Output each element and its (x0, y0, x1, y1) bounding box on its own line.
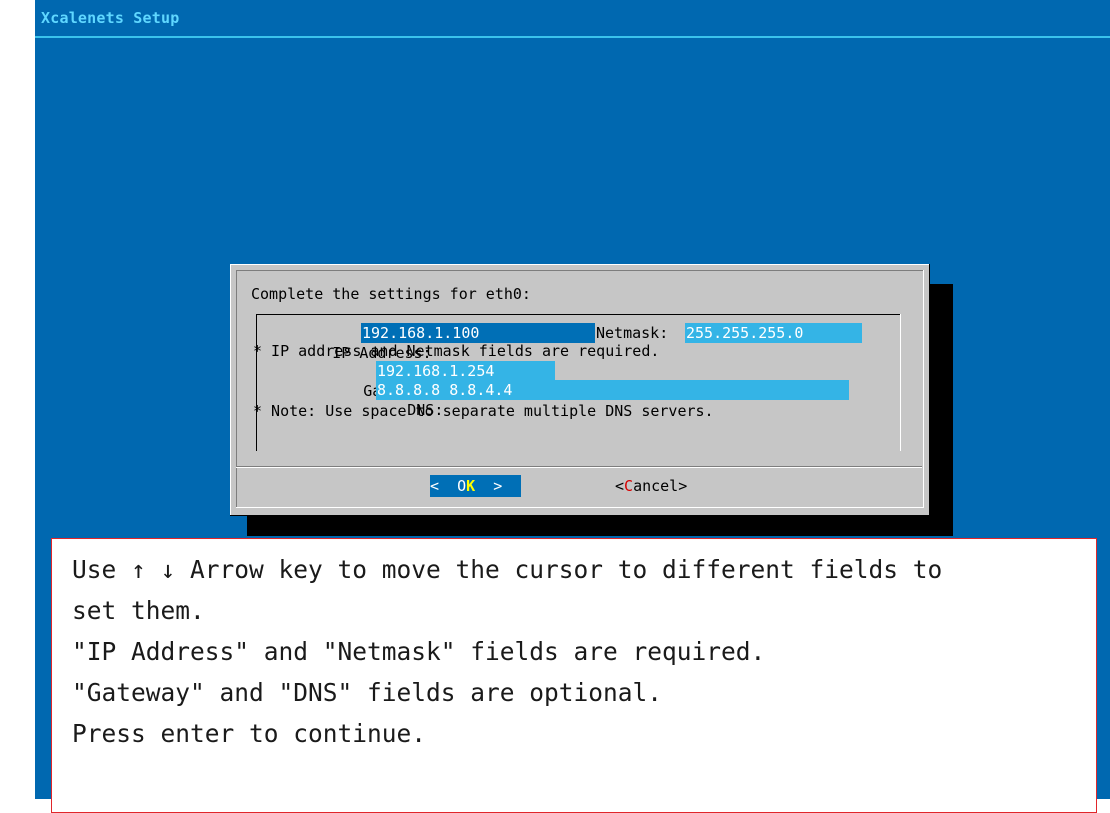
cancel-button-left: < (615, 477, 625, 495)
dialog-inner-bottom (236, 507, 924, 508)
required-note: * IP address and Netmask fields are requ… (253, 342, 660, 360)
annotation-line-4: "Gateway" and "DNS" fields are optional. (72, 678, 663, 707)
title-rule (35, 36, 1110, 38)
cancel-button[interactable]: <Cancel> (615, 475, 687, 497)
annotation-line-5: Press enter to continue. (72, 719, 427, 748)
ok-button-right: > (475, 477, 503, 495)
dialog-border-top (230, 264, 930, 265)
ok-button-label: O (457, 477, 467, 495)
gateway-field[interactable]: 192.168.1.254 (376, 361, 555, 381)
form-box: IP Address: 192.168.1.100 Netmask: 255.2… (253, 314, 901, 451)
ip-address-field[interactable]: 192.168.1.100 (361, 323, 595, 343)
dialog-border-left (230, 264, 231, 516)
dialog-border-bottom (230, 515, 930, 516)
form-border-right (900, 314, 901, 451)
dns-row: DNS: 8.8.8.8 8.8.4.4 (335, 380, 895, 419)
dialog-prompt: Complete the settings for eth0: (251, 285, 531, 303)
instruction-annotation: Use ↑ ↓ Arrow key to move the cursor to … (51, 538, 1097, 813)
form-border-top (256, 314, 901, 315)
netmask-label: Netmask: (596, 324, 669, 342)
ok-button[interactable]: < OK > (430, 475, 521, 497)
dialog-border-right (929, 264, 930, 516)
gateway-row: Gateway: 192.168.1.254 (291, 361, 891, 400)
button-separator-highlight (236, 467, 922, 468)
dialog-inner-right (923, 270, 924, 508)
ip-netmask-row: IP Address: 192.168.1.100 Netmask: 255.2… (260, 323, 900, 362)
form-border-left (256, 314, 257, 451)
netmask-field[interactable]: 255.255.255.0 (685, 323, 862, 343)
ok-button-hotkey: K (466, 477, 476, 495)
dns-field[interactable]: 8.8.8.8 8.8.4.4 (376, 380, 849, 400)
ok-button-left: < (430, 477, 458, 495)
annotation-line-1: Use ↑ ↓ Arrow key to move the cursor to … (72, 555, 943, 584)
dialog-inner-top (236, 270, 924, 271)
cancel-button-hotkey: C (624, 477, 634, 495)
network-settings-dialog: Complete the settings for eth0: IP Addre… (230, 264, 930, 516)
annotation-line-2: set them. (72, 596, 205, 625)
dns-note: * Note: Use space to separate multiple D… (253, 402, 714, 420)
app-title: Xcalenets Setup (41, 9, 180, 27)
dialog-inner-left (236, 270, 237, 508)
annotation-line-3: "IP Address" and "Netmask" fields are re… (72, 637, 766, 666)
cancel-button-label: ancel> (633, 477, 688, 495)
